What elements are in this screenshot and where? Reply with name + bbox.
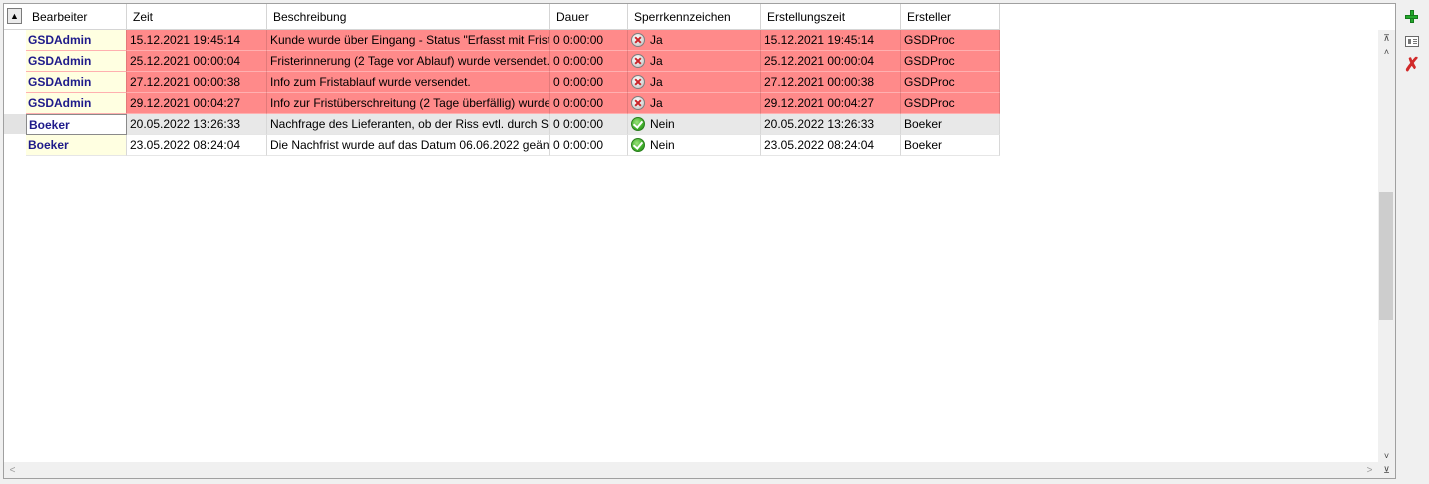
- row-indicator[interactable]: [4, 93, 26, 114]
- cell-beschreibung[interactable]: Fristerinnerung (2 Tage vor Ablauf) wurd…: [267, 51, 550, 72]
- edit-icon[interactable]: [1405, 36, 1419, 47]
- grid-rows: GSDAdmin 15.12.2021 19:45:14 Kunde wurde…: [4, 30, 1000, 156]
- sperr-label: Ja: [650, 33, 663, 47]
- cell-dauer[interactable]: 0 0:00:00: [550, 30, 628, 51]
- sperr-label: Nein: [650, 117, 675, 131]
- cell-bearbeiter[interactable]: Boeker: [26, 135, 127, 156]
- cell-zeit[interactable]: 25.12.2021 00:00:04: [127, 51, 267, 72]
- cell-bearbeiter[interactable]: GSDAdmin: [26, 72, 127, 93]
- row-indicator[interactable]: [4, 135, 26, 156]
- cell-bearbeiter[interactable]: GSDAdmin: [26, 93, 127, 114]
- cell-sperrkennzeichen[interactable]: Nein: [628, 135, 761, 156]
- add-icon[interactable]: [1403, 8, 1421, 26]
- scroll-left-icon[interactable]: <: [4, 462, 21, 478]
- history-grid: ▲ Bearbeiter Zeit Beschreibung Dauer Spe…: [3, 3, 1396, 479]
- horizontal-scrollbar[interactable]: < >: [4, 462, 1378, 478]
- table-row[interactable]: GSDAdmin 25.12.2021 00:00:04 Fristerinne…: [4, 51, 1000, 72]
- col-header-ersteller[interactable]: Ersteller: [901, 4, 1000, 30]
- cell-dauer[interactable]: 0 0:00:00: [550, 72, 628, 93]
- cell-beschreibung[interactable]: Kunde wurde über Eingang - Status "Erfas…: [267, 30, 550, 51]
- scroll-down-icon[interactable]: ˅: [1378, 450, 1395, 462]
- cell-zeit[interactable]: 20.05.2022 13:26:33: [127, 114, 267, 135]
- col-header-bearbeiter[interactable]: Bearbeiter: [26, 4, 127, 30]
- sperr-label: Ja: [650, 54, 663, 68]
- table-row[interactable]: Boeker 23.05.2022 08:24:04 Die Nachfrist…: [4, 135, 1000, 156]
- cell-dauer[interactable]: 0 0:00:00: [550, 51, 628, 72]
- cell-dauer[interactable]: 0 0:00:00: [550, 93, 628, 114]
- cell-ersteller[interactable]: GSDProc: [901, 72, 1000, 93]
- check-icon: [631, 138, 645, 152]
- table-row[interactable]: GSDAdmin 29.12.2021 00:04:27 Info zur Fr…: [4, 93, 1000, 114]
- sperr-label: Ja: [650, 96, 663, 110]
- delete-icon[interactable]: ✗: [1403, 56, 1421, 75]
- cell-zeit[interactable]: 27.12.2021 00:00:38: [127, 72, 267, 93]
- cell-sperrkennzeichen[interactable]: Nein: [628, 114, 761, 135]
- locked-x-icon: [631, 54, 645, 68]
- cell-ersteller[interactable]: Boeker: [901, 135, 1000, 156]
- cell-bearbeiter[interactable]: GSDAdmin: [26, 30, 127, 51]
- row-indicator[interactable]: [4, 51, 26, 72]
- row-indicator[interactable]: [4, 114, 26, 135]
- sort-toggle-icon[interactable]: ▲: [7, 8, 22, 24]
- locked-x-icon: [631, 96, 645, 110]
- col-header-beschreibung[interactable]: Beschreibung: [267, 4, 550, 30]
- col-header-zeit[interactable]: Zeit: [127, 4, 267, 30]
- grid-header: ▲ Bearbeiter Zeit Beschreibung Dauer Spe…: [4, 4, 1000, 30]
- sperr-label: Ja: [650, 75, 663, 89]
- cell-dauer[interactable]: 0 0:00:00: [550, 135, 628, 156]
- cell-erstellungszeit[interactable]: 23.05.2022 08:24:04: [761, 135, 901, 156]
- col-header-sperrkennzeichen[interactable]: Sperrkennzeichen: [628, 4, 761, 30]
- cell-ersteller[interactable]: GSDProc: [901, 51, 1000, 72]
- cell-zeit[interactable]: 15.12.2021 19:45:14: [127, 30, 267, 51]
- scroll-up-icon[interactable]: ˄: [1378, 46, 1395, 58]
- cell-beschreibung[interactable]: Info zur Fristüberschreitung (2 Tage übe…: [267, 93, 550, 114]
- cell-dauer[interactable]: 0 0:00:00: [550, 114, 628, 135]
- cell-ersteller[interactable]: Boeker: [901, 114, 1000, 135]
- col-header-dauer[interactable]: Dauer: [550, 4, 628, 30]
- vertical-scroll-thumb[interactable]: [1379, 192, 1393, 320]
- cell-sperrkennzeichen[interactable]: Ja: [628, 30, 761, 51]
- cell-bearbeiter[interactable]: GSDAdmin: [26, 51, 127, 72]
- table-row[interactable]: GSDAdmin 15.12.2021 19:45:14 Kunde wurde…: [4, 30, 1000, 51]
- cell-ersteller[interactable]: GSDProc: [901, 30, 1000, 51]
- scroll-bottom-icon[interactable]: ⊻: [1378, 464, 1395, 476]
- locked-x-icon: [631, 75, 645, 89]
- cell-sperrkennzeichen[interactable]: Ja: [628, 72, 761, 93]
- sperr-label: Nein: [650, 138, 675, 152]
- vertical-scrollbar[interactable]: ⊼ ˄ ˅ ⊻: [1378, 30, 1395, 478]
- row-indicator[interactable]: [4, 72, 26, 93]
- cell-beschreibung[interactable]: Die Nachfrist wurde auf das Datum 06.06.…: [267, 135, 550, 156]
- sort-toggle-cell: ▲: [4, 4, 26, 30]
- cell-ersteller[interactable]: GSDProc: [901, 93, 1000, 114]
- cell-beschreibung[interactable]: Nachfrage des Lieferanten, ob der Riss e…: [267, 114, 550, 135]
- cell-erstellungszeit[interactable]: 29.12.2021 00:04:27: [761, 93, 901, 114]
- cell-sperrkennzeichen[interactable]: Ja: [628, 51, 761, 72]
- cell-zeit[interactable]: 23.05.2022 08:24:04: [127, 135, 267, 156]
- cell-erstellungszeit[interactable]: 20.05.2022 13:26:33: [761, 114, 901, 135]
- cell-erstellungszeit[interactable]: 15.12.2021 19:45:14: [761, 30, 901, 51]
- cell-zeit[interactable]: 29.12.2021 00:04:27: [127, 93, 267, 114]
- cell-sperrkennzeichen[interactable]: Ja: [628, 93, 761, 114]
- cell-beschreibung[interactable]: Info zum Fristablauf wurde versendet.: [267, 72, 550, 93]
- locked-x-icon: [631, 33, 645, 47]
- table-row[interactable]: GSDAdmin 27.12.2021 00:00:38 Info zum Fr…: [4, 72, 1000, 93]
- scroll-top-icon[interactable]: ⊼: [1378, 32, 1395, 44]
- col-header-erstellungszeit[interactable]: Erstellungszeit: [761, 4, 901, 30]
- cell-erstellungszeit[interactable]: 25.12.2021 00:00:04: [761, 51, 901, 72]
- scroll-right-icon[interactable]: >: [1361, 462, 1378, 478]
- table-row-selected[interactable]: Boeker 20.05.2022 13:26:33 Nachfrage des…: [4, 114, 1000, 135]
- cell-erstellungszeit[interactable]: 27.12.2021 00:00:38: [761, 72, 901, 93]
- row-indicator[interactable]: [4, 30, 26, 51]
- cell-bearbeiter-focused[interactable]: Boeker: [26, 114, 127, 135]
- check-icon: [631, 117, 645, 131]
